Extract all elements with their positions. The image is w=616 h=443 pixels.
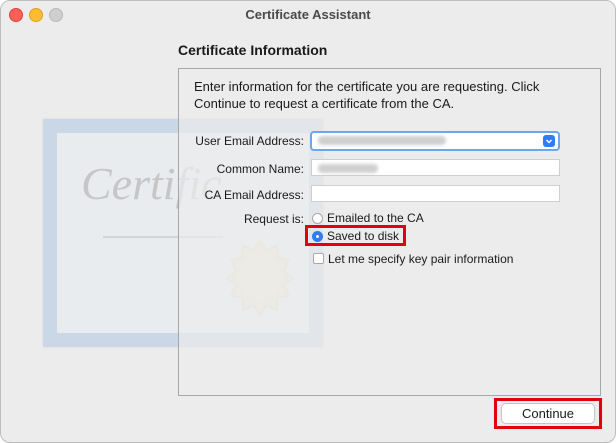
request-is-label: Request is: (243, 212, 304, 226)
user-email-combobox[interactable] (310, 131, 560, 151)
key-pair-label[interactable]: Let me specify key pair information (328, 252, 513, 266)
continue-button[interactable]: Continue (501, 403, 595, 424)
title-bar: Certificate Assistant (1, 1, 615, 29)
dropdown-button[interactable] (543, 135, 555, 147)
chevron-down-icon (546, 139, 552, 144)
common-name-label: Common Name: (216, 162, 304, 176)
saved-to-disk-highlight (305, 225, 406, 246)
section-title: Certificate Information (178, 42, 328, 58)
common-name-field[interactable] (311, 159, 560, 176)
window-title: Certificate Assistant (245, 7, 371, 22)
redacted-email (318, 136, 446, 145)
redacted-name (318, 164, 378, 173)
emailed-option-label[interactable]: Emailed to the CA (327, 211, 424, 225)
key-pair-checkbox[interactable] (313, 253, 324, 264)
intro-text: Enter information for the certificate yo… (194, 79, 540, 111)
ca-email-label: CA Email Address: (204, 188, 304, 202)
emailed-radio[interactable] (312, 213, 323, 224)
ca-email-field[interactable] (311, 185, 560, 202)
user-email-label: User Email Address: (195, 134, 304, 148)
